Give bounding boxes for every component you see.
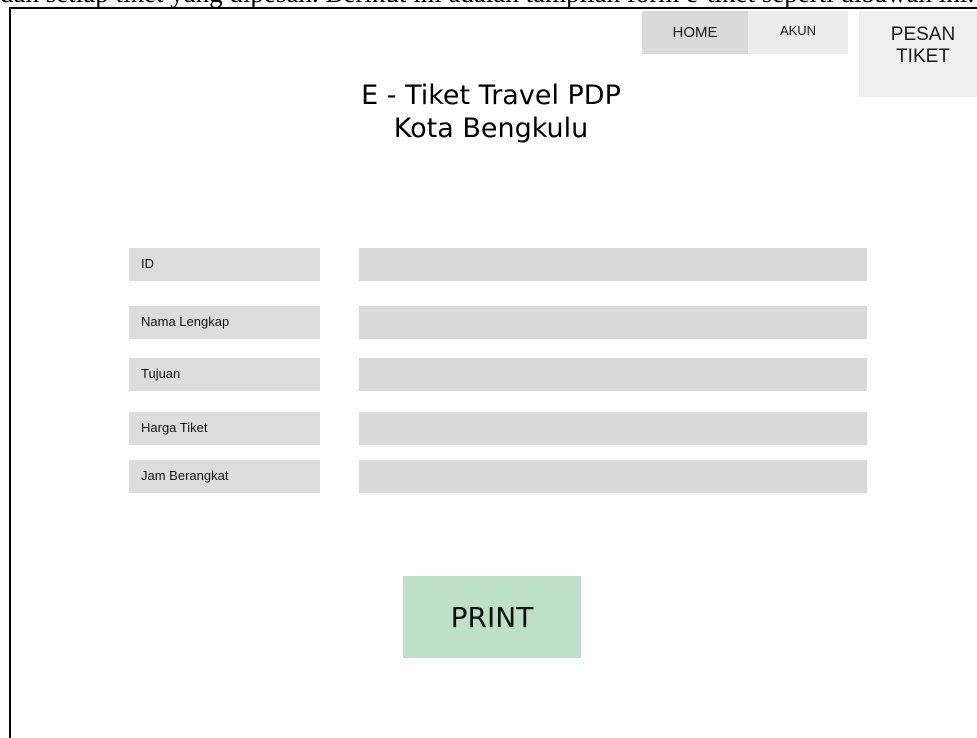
harga-tiket-field[interactable] bbox=[359, 412, 867, 445]
field-label-jam-berangkat: Jam Berangkat bbox=[129, 460, 320, 493]
page-title: E - Tiket Travel PDP Kota Bengkulu bbox=[291, 79, 691, 145]
nama-lengkap-field[interactable] bbox=[359, 306, 867, 339]
nav-akun-button[interactable]: AKUN bbox=[748, 11, 848, 54]
nav-home-button[interactable]: HOME bbox=[642, 11, 748, 54]
page-title-line2: Kota Bengkulu bbox=[393, 113, 589, 144]
tujuan-field[interactable] bbox=[359, 358, 867, 391]
print-button[interactable]: PRINT bbox=[403, 576, 581, 658]
field-label-tujuan: Tujuan bbox=[129, 358, 320, 391]
jam-berangkat-field[interactable] bbox=[359, 460, 867, 493]
field-label-nama-lengkap: Nama Lengkap bbox=[129, 306, 320, 339]
page-title-line1: E - Tiket Travel PDP bbox=[361, 80, 621, 111]
field-label-id: ID bbox=[129, 248, 320, 281]
ticket-form-frame: HOME AKUN PESAN TIKET E - Tiket Travel P… bbox=[9, 7, 977, 738]
field-label-harga-tiket: Harga Tiket bbox=[129, 412, 320, 445]
nav-pesan-tiket-button[interactable]: PESAN TIKET bbox=[859, 11, 977, 97]
nav-pesan-tiket-label-line2: TIKET bbox=[896, 46, 950, 67]
id-field[interactable] bbox=[359, 248, 867, 281]
nav-pesan-tiket-label-line1: PESAN bbox=[890, 24, 956, 45]
